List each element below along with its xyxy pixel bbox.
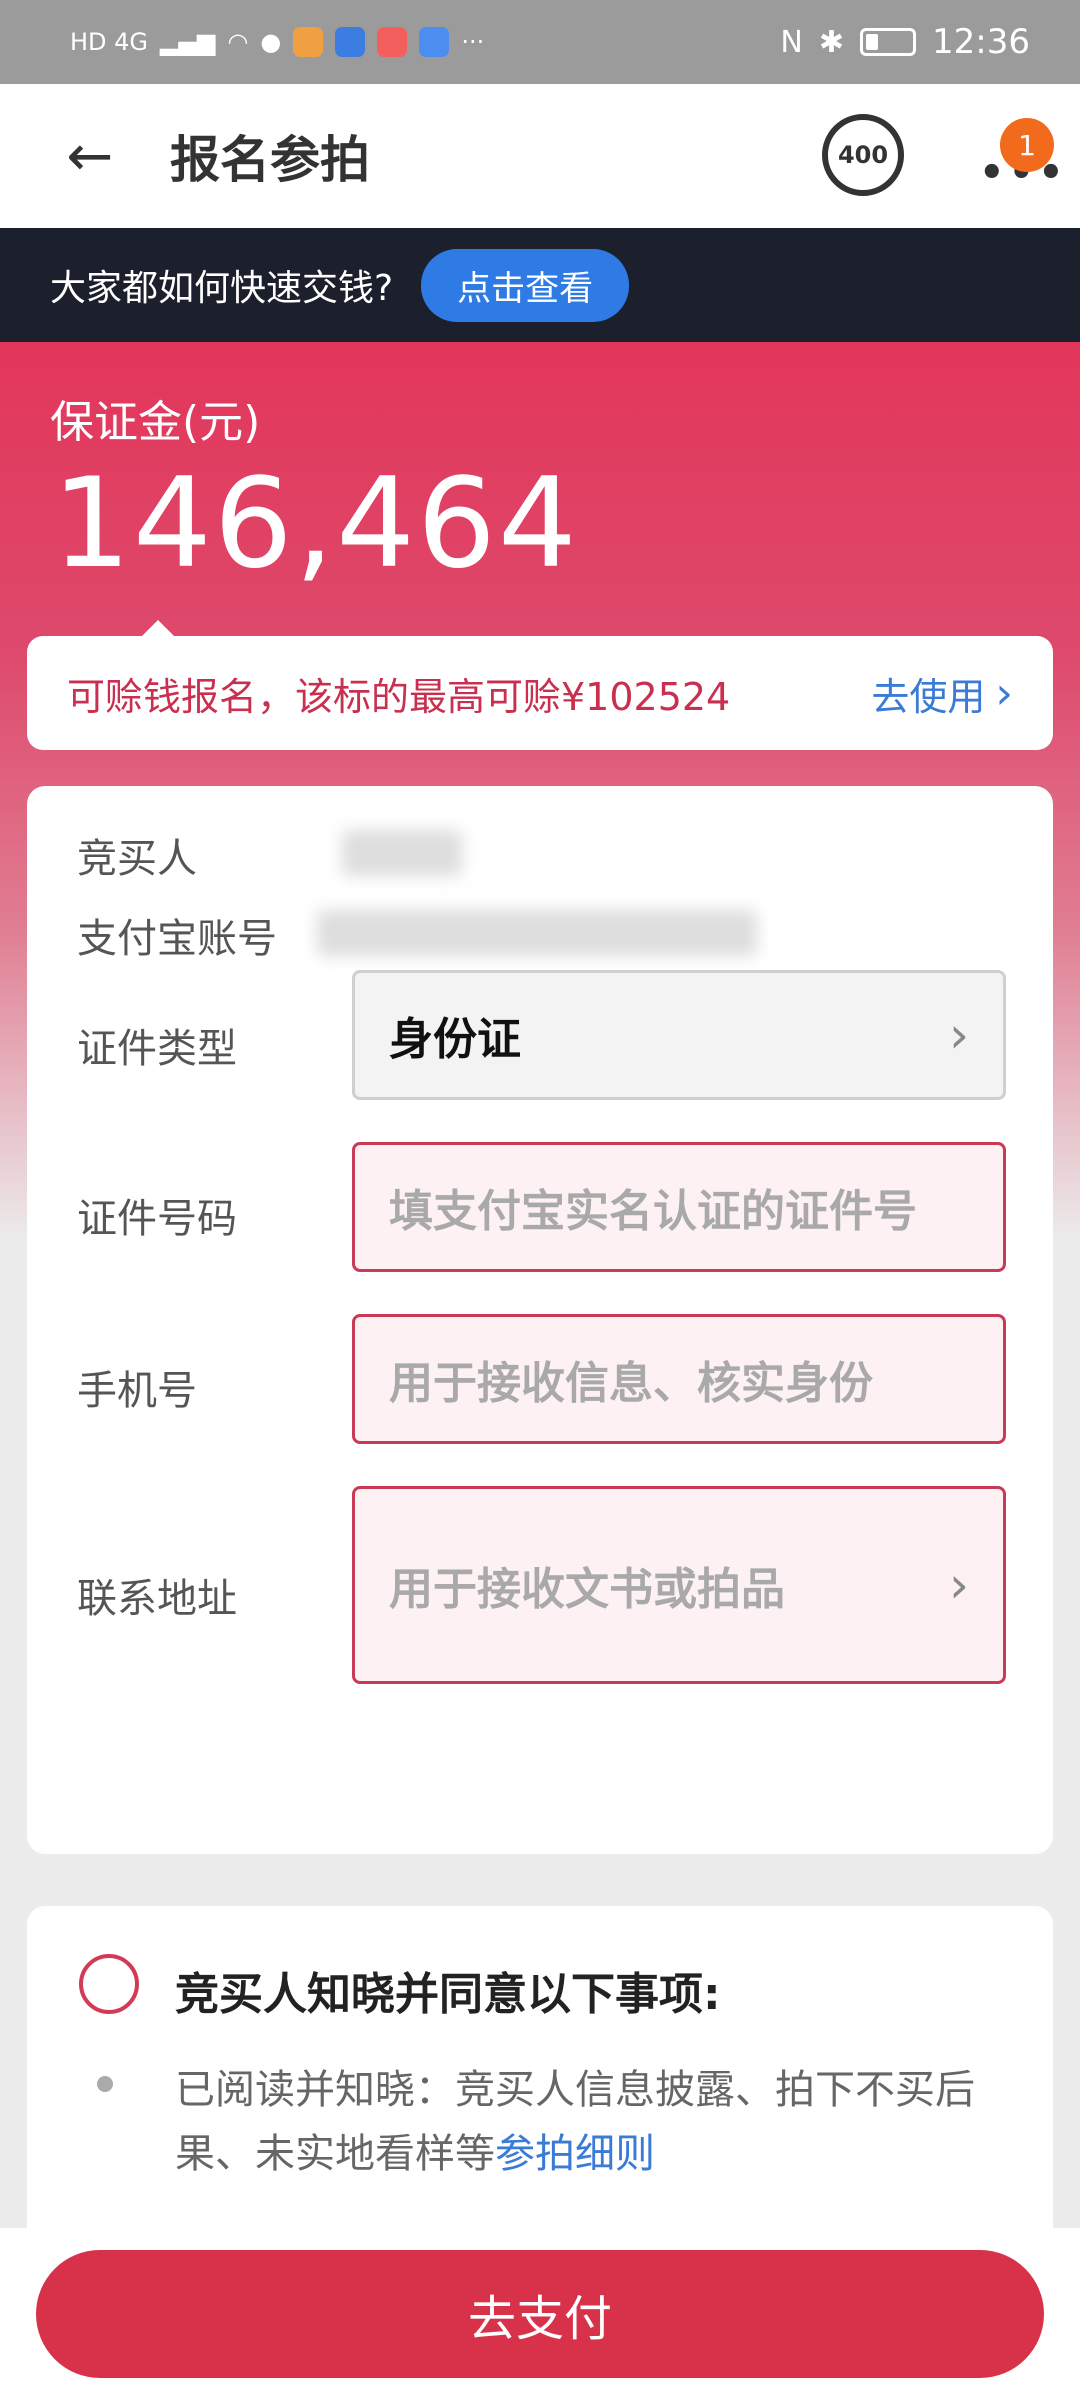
id-number-input[interactable]: 填支付宝实名认证的证件号 xyxy=(352,1142,1006,1272)
status-left: HD 4G ▂▄▆ ◠ ● ··· xyxy=(70,27,484,57)
clock: 12:36 xyxy=(932,22,1030,62)
bidder-form: 竞买人 支付宝账号 证件类型 身份证 › 证件号码 填支付宝实名认证的证件号 手… xyxy=(27,786,1053,1854)
phone-input[interactable]: 用于接收信息、核实身份 xyxy=(352,1314,1006,1444)
alipay-account-value xyxy=(317,910,757,956)
battery-icon xyxy=(860,28,917,56)
agree-radio[interactable] xyxy=(79,1954,139,2014)
alipay-account-label: 支付宝账号 xyxy=(77,916,277,962)
page-title: 报名参拍 xyxy=(170,131,370,189)
id-number-label: 证件号码 xyxy=(77,1196,237,1242)
app-icon xyxy=(335,27,366,57)
more-notifications-icon: ··· xyxy=(461,28,485,56)
status-bar: HD 4G ▂▄▆ ◠ ● ··· N ✱ 12:36 xyxy=(0,0,1080,84)
nav-bar: ← 报名参拍 400 ••• 1 xyxy=(0,84,1080,228)
view-tip-button[interactable]: 点击查看 xyxy=(421,248,630,322)
agreement-card: 竞买人知晓并同意以下事项: 已阅读并知晓：竞买人信息披露、拍下不买后果、未实地看… xyxy=(27,1906,1053,2246)
back-button[interactable]: ← xyxy=(40,106,140,206)
pay-button[interactable]: 去支付 xyxy=(36,2250,1044,2378)
chevron-right-icon: › xyxy=(995,667,1013,719)
bidder-name-value xyxy=(342,830,462,876)
wifi-icon: ◠ xyxy=(227,28,249,56)
phone-label: 手机号 xyxy=(77,1368,197,1414)
agreement-title: 竞买人知晓并同意以下事项: xyxy=(175,1969,721,2020)
chevron-right-icon: › xyxy=(949,1006,969,1064)
use-credit-link[interactable]: 去使用 › xyxy=(871,666,1013,721)
tip-text: 大家都如何快速交钱? xyxy=(50,268,394,309)
id-type-value: 身份证 xyxy=(389,1014,521,1065)
address-label: 联系地址 xyxy=(77,1576,237,1622)
hotline-button[interactable]: 400 xyxy=(822,114,904,196)
bullet-icon xyxy=(97,2076,113,2092)
address-placeholder: 用于接收文书或拍品 xyxy=(389,1564,785,1615)
status-right: N ✱ 12:36 xyxy=(780,22,1030,62)
signal-icon: ▂▄▆ xyxy=(160,28,216,56)
nfc-icon: N xyxy=(780,24,803,60)
arrow-left-icon: ← xyxy=(66,123,114,189)
notification-badge: 1 xyxy=(1000,118,1054,172)
phone-placeholder: 用于接收信息、核实身份 xyxy=(389,1358,873,1409)
bidding-rules-link[interactable]: 参拍细则 xyxy=(495,2131,655,2177)
bottom-bar: 去支付 xyxy=(0,2228,1080,2400)
deposit-label: 保证金(元) xyxy=(50,397,261,448)
use-credit-label: 去使用 xyxy=(871,674,986,719)
bidder-label: 竞买人 xyxy=(77,836,197,882)
network-indicator: HD 4G xyxy=(70,28,149,56)
phone-400-icon: 400 xyxy=(837,141,889,169)
agreement-text: 已阅读并知晓：竞买人信息披露、拍下不买后果、未实地看样等参拍细则 xyxy=(175,2058,1025,2186)
tip-banner: 大家都如何快速交钱? 点击查看 xyxy=(0,228,1080,342)
address-input[interactable]: 用于接收文书或拍品 › xyxy=(352,1486,1006,1684)
deposit-amount: 146,464 xyxy=(52,452,579,596)
id-type-select[interactable]: 身份证 › xyxy=(352,970,1006,1100)
cloud-icon xyxy=(419,27,450,57)
credit-signup-text: 可赊钱报名，该标的最高可赊¥102524 xyxy=(67,674,731,719)
more-button[interactable]: ••• 1 xyxy=(975,114,1064,204)
app-icon xyxy=(377,27,408,57)
id-number-placeholder: 填支付宝实名认证的证件号 xyxy=(389,1186,917,1237)
credit-signup-card[interactable]: 可赊钱报名，该标的最高可赊¥102524 去使用 › xyxy=(27,620,1053,750)
chevron-right-icon: › xyxy=(949,1556,969,1614)
id-type-label: 证件类型 xyxy=(77,1026,237,1072)
message-icon: ● xyxy=(260,28,282,56)
app-icon xyxy=(293,27,324,57)
bluetooth-icon: ✱ xyxy=(818,24,845,60)
